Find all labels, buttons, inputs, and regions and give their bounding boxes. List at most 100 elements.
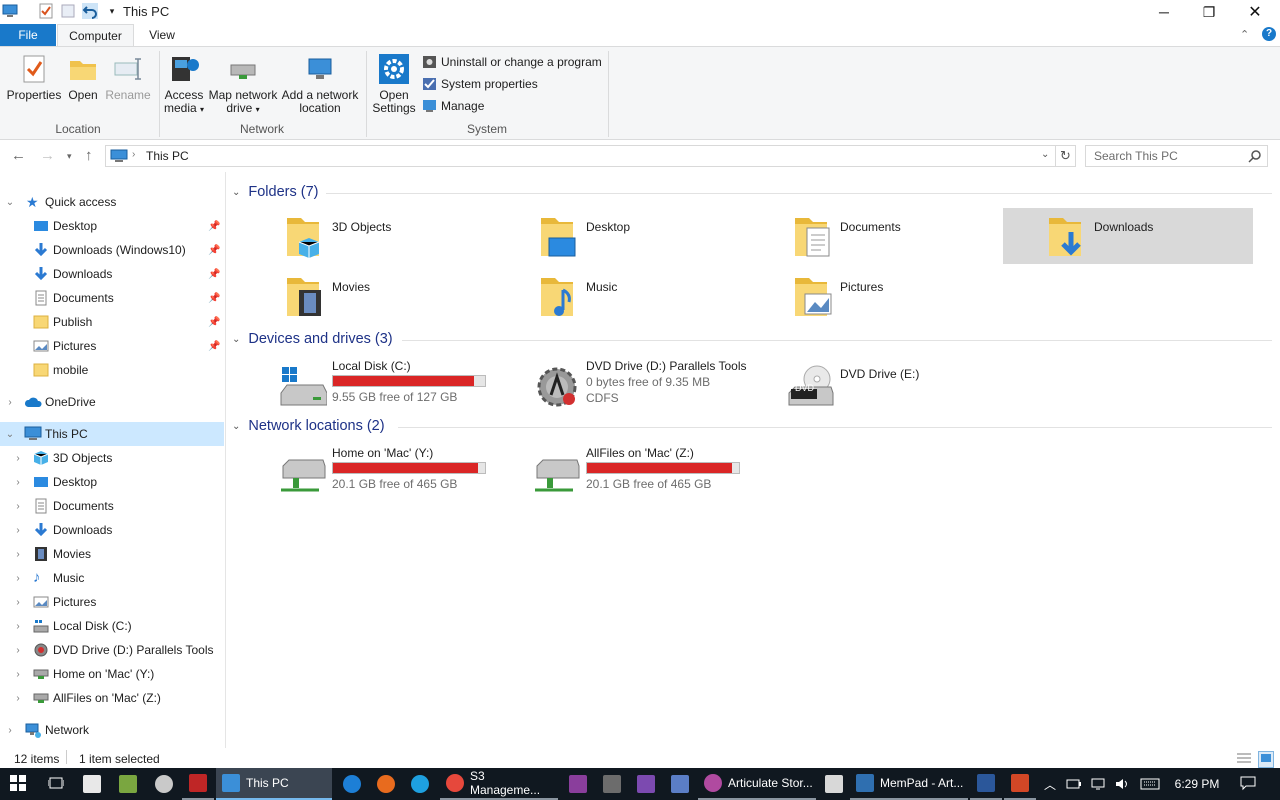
computer-icon[interactable] (2, 3, 18, 19)
forward-arrow-icon[interactable]: → (40, 147, 55, 164)
collapsed-chevron-icon[interactable]: › (13, 597, 23, 608)
sidebar-item-onedrive[interactable]: › OneDrive (0, 390, 224, 414)
start-button[interactable] (0, 768, 36, 800)
taskbar-app[interactable] (664, 768, 696, 800)
folder-desktop[interactable]: Desktop (505, 208, 755, 264)
collapsed-chevron-icon[interactable]: › (13, 645, 23, 656)
network-drive-allfiles-mac[interactable]: AllFiles on 'Mac' (Z:) 20.1 GB free of 4… (505, 446, 755, 502)
sidebar-item-documents[interactable]: Documents 📌 (0, 286, 224, 310)
network-drive-home-mac[interactable]: Home on 'Mac' (Y:) 20.1 GB free of 465 G… (251, 446, 501, 502)
up-arrow-icon[interactable]: ↑ (85, 147, 93, 164)
sidebar-item-desktop[interactable]: › Desktop (0, 470, 224, 494)
sidebar-item-3d-objects[interactable]: › 3D Objects (0, 446, 224, 470)
taskbar-app[interactable] (630, 768, 662, 800)
folders-section-header[interactable]: ⌄ Folders (7) (232, 184, 319, 200)
quick-access-item[interactable]: ⌄ ★ Quick access (0, 190, 224, 214)
tiles-view-icon[interactable] (1258, 751, 1274, 768)
folder-documents[interactable]: Documents (759, 208, 1009, 264)
show-hidden-icons-button[interactable]: ︿ (1040, 768, 1060, 800)
collapsed-chevron-icon[interactable]: › (13, 525, 23, 536)
minimize-button[interactable]: ─ (1141, 0, 1187, 24)
tab-computer[interactable]: Computer (57, 24, 134, 46)
drive-dvd-e[interactable]: DVD DVD Drive (E:) (759, 359, 1009, 415)
taskbar-powerpoint[interactable] (1004, 768, 1036, 800)
collapse-ribbon-icon[interactable]: ⌃ (1240, 28, 1249, 41)
drive-local-disk-c[interactable]: Local Disk (C:) 9.55 GB free of 127 GB (251, 359, 501, 415)
sidebar-item-downloads-windows10[interactable]: Downloads (Windows10) 📌 (0, 238, 224, 262)
new-folder-qat-icon[interactable] (60, 3, 76, 19)
sidebar-item-movies[interactable]: › Movies (0, 542, 224, 566)
properties-button[interactable]: Properties (6, 53, 62, 102)
sidebar-item-home-mac[interactable]: › Home on 'Mac' (Y:) (0, 662, 224, 686)
undo-icon[interactable] (82, 3, 98, 19)
collapsed-chevron-icon[interactable]: › (13, 453, 23, 464)
devices-section-header[interactable]: ⌄ Devices and drives (3) (232, 331, 393, 347)
taskbar-articulate[interactable]: Articulate Stor... (698, 768, 816, 800)
battery-icon[interactable] (1064, 768, 1084, 800)
taskbar-app[interactable] (818, 768, 850, 800)
sidebar-item-dvd-drive-d[interactable]: › DVD Drive (D:) Parallels Tools (0, 638, 224, 662)
collapsed-chevron-icon[interactable]: › (13, 477, 23, 488)
open-settings-button[interactable]: Open Settings (370, 53, 418, 115)
recent-locations-icon[interactable]: ▾ (67, 151, 72, 162)
system-properties-button[interactable]: System properties (422, 77, 538, 91)
properties-qat-icon[interactable] (38, 3, 54, 19)
folder-music[interactable]: Music (505, 268, 755, 324)
taskbar-filezilla[interactable] (182, 768, 214, 800)
sidebar-item-desktop[interactable]: Desktop 📌 (0, 214, 224, 238)
taskbar-mempad[interactable]: MemPad - Art... (850, 768, 968, 800)
back-arrow-icon[interactable]: ← (11, 147, 26, 164)
collapsed-chevron-icon[interactable]: › (5, 725, 15, 736)
manage-button[interactable]: Manage (422, 99, 484, 113)
sidebar-item-allfiles-mac[interactable]: › AllFiles on 'Mac' (Z:) (0, 686, 224, 710)
sidebar-item-mobile[interactable]: mobile (0, 358, 224, 382)
breadcrumb-chevron-icon[interactable]: › (132, 149, 135, 160)
open-button[interactable]: Open (66, 53, 100, 102)
expanded-chevron-icon[interactable]: ⌄ (5, 197, 15, 208)
taskbar-explorer[interactable]: This PC (216, 768, 332, 800)
taskbar-firefox[interactable] (370, 768, 402, 800)
taskbar-edge[interactable] (336, 768, 368, 800)
collapsed-chevron-icon[interactable]: › (13, 621, 23, 632)
clock[interactable]: 6:29 PM (1168, 768, 1226, 800)
customize-qat-icon[interactable]: ▾ (104, 3, 120, 19)
expanded-chevron-icon[interactable]: ⌄ (5, 429, 15, 440)
folder-pictures[interactable]: Pictures (759, 268, 1009, 324)
map-network-drive-button[interactable]: Map network drive ▾ (207, 53, 279, 116)
sidebar-item-publish[interactable]: Publish 📌 (0, 310, 224, 334)
task-view-button[interactable] (40, 768, 72, 800)
taskbar-word[interactable] (970, 768, 1002, 800)
sidebar-item-local-disk[interactable]: › Local Disk (C:) (0, 614, 224, 638)
tab-file[interactable]: File (0, 24, 56, 46)
sidebar-item-downloads[interactable]: › Downloads (0, 518, 224, 542)
search-input[interactable]: Search This PC (1085, 145, 1268, 167)
sidebar-item-pictures[interactable]: › Pictures (0, 590, 224, 614)
drive-dvd-d[interactable]: DVD Drive (D:) Parallels Tools 0 bytes f… (505, 359, 755, 415)
collapsed-chevron-icon[interactable]: › (13, 549, 23, 560)
network-status-icon[interactable] (1088, 768, 1108, 800)
action-center-button[interactable] (1234, 768, 1262, 800)
sidebar-item-music[interactable]: › ♪ Music (0, 566, 224, 590)
taskbar-app[interactable] (562, 768, 594, 800)
taskbar-app[interactable] (148, 768, 180, 800)
taskbar-ie[interactable] (404, 768, 436, 800)
help-icon[interactable]: ? (1262, 27, 1276, 41)
volume-icon[interactable] (1112, 768, 1132, 800)
network-locations-section-header[interactable]: ⌄ Network locations (2) (232, 418, 385, 434)
access-media-button[interactable]: Access media ▾ (162, 53, 206, 116)
close-button[interactable]: ✕ (1232, 0, 1278, 24)
folder-downloads[interactable]: Downloads (1003, 208, 1253, 264)
address-bar[interactable]: › This PC ⌄ (105, 145, 1056, 167)
folder-3d-objects[interactable]: 3D Objects (251, 208, 501, 264)
add-network-location-button[interactable]: Add a network location (280, 53, 360, 115)
sidebar-item-pictures[interactable]: Pictures 📌 (0, 334, 224, 358)
refresh-button[interactable]: ↻ (1056, 145, 1076, 167)
taskbar-app[interactable] (596, 768, 628, 800)
sidebar-item-this-pc[interactable]: ⌄ This PC (0, 422, 224, 446)
sidebar-item-network[interactable]: › Network (0, 718, 224, 742)
collapsed-chevron-icon[interactable]: › (13, 669, 23, 680)
sidebar-item-documents[interactable]: › Documents (0, 494, 224, 518)
maximize-button[interactable]: ❐ (1186, 0, 1232, 24)
breadcrumb[interactable]: This PC (146, 149, 189, 163)
folder-movies[interactable]: Movies (251, 268, 501, 324)
